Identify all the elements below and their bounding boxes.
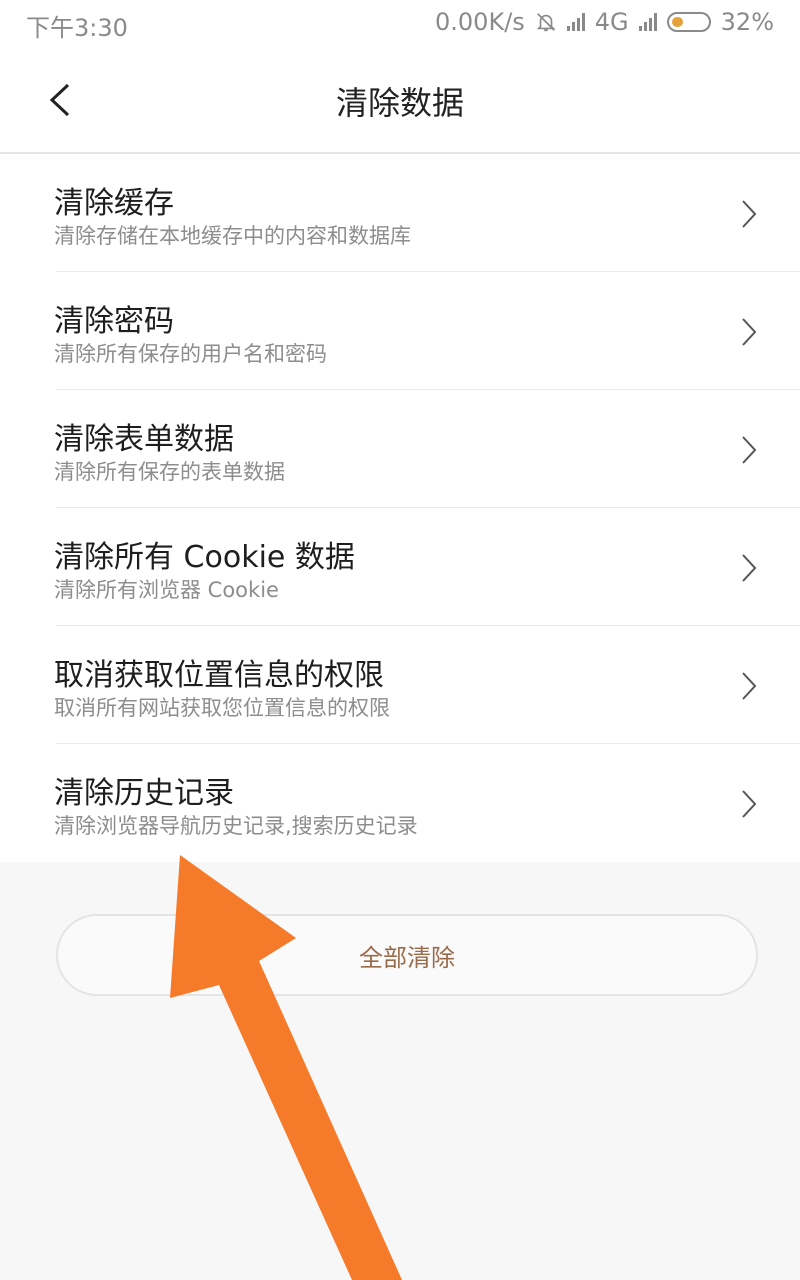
status-icons: 0.00K/s 4G 32% [435,8,774,36]
clear-all-button[interactable]: 全部清除 [56,914,758,996]
chevron-right-icon [742,436,757,464]
list-item-clear-cookies[interactable]: 清除所有 Cookie 数据 清除所有浏览器 Cookie [0,508,800,626]
item-subtitle: 清除存储在本地缓存中的内容和数据库 [54,224,411,248]
item-title: 清除历史记录 [54,776,234,811]
chevron-right-icon [742,554,757,582]
chevron-right-icon [742,200,757,228]
battery-percent: 32% [720,8,774,36]
list-item-clear-passwords[interactable]: 清除密码 清除所有保存的用户名和密码 [0,272,800,390]
page-title: 清除数据 [335,84,464,122]
item-title: 清除缓存 [54,186,174,221]
list-item-revoke-location[interactable]: 取消获取位置信息的权限 取消所有网站获取您位置信息的权限 [0,626,800,744]
item-subtitle: 清除所有保存的用户名和密码 [54,342,327,366]
chevron-right-icon [742,318,757,346]
item-subtitle: 取消所有网站获取您位置信息的权限 [54,696,390,720]
list-item-clear-history[interactable]: 清除历史记录 清除浏览器导航历史记录,搜索历史记录 [0,744,800,862]
mute-bell-icon [536,13,556,32]
signal-strength-icon [566,13,585,31]
chevron-right-icon [742,790,757,818]
network-speed: 0.00K/s [435,8,525,36]
item-subtitle: 清除浏览器导航历史记录,搜索历史记录 [54,814,418,838]
item-subtitle: 清除所有浏览器 Cookie [54,578,279,602]
status-bar: 下午3:30 0.00K/s 4G 32% [0,0,800,48]
item-title: 取消获取位置信息的权限 [54,658,384,693]
chevron-right-icon [742,672,757,700]
item-title: 清除表单数据 [54,422,234,457]
list-item-clear-cache[interactable]: 清除缓存 清除存储在本地缓存中的内容和数据库 [0,154,800,272]
network-type: 4G [594,8,629,36]
settings-list: 清除缓存 清除存储在本地缓存中的内容和数据库 清除密码 清除所有保存的用户名和密… [0,154,800,862]
status-time: 下午3:30 [26,14,128,42]
signal-strength-icon-2 [638,13,657,31]
item-subtitle: 清除所有保存的表单数据 [54,460,285,484]
item-title: 清除密码 [54,304,174,339]
battery-level [671,17,683,27]
item-title: 清除所有 Cookie 数据 [54,540,355,575]
list-item-clear-form-data[interactable]: 清除表单数据 清除所有保存的表单数据 [0,390,800,508]
battery-icon [666,12,711,32]
navigation-bar: 清除数据 [0,48,800,154]
